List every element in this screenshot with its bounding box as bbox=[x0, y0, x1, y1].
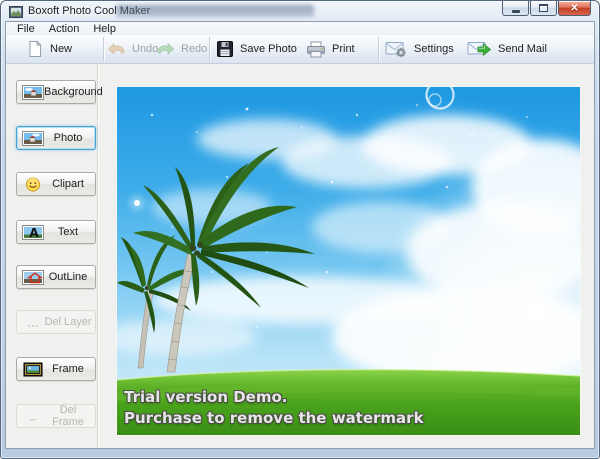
sidebar-button-frame[interactable]: Frame bbox=[16, 357, 96, 381]
text-label: Text bbox=[44, 226, 95, 238]
frame-label: Frame bbox=[44, 363, 95, 375]
sun-dot bbox=[129, 195, 145, 211]
toolbar-separator bbox=[378, 37, 379, 61]
svg-text:A: A bbox=[29, 226, 39, 240]
maximize-button[interactable] bbox=[530, 1, 557, 16]
print-button[interactable]: Print bbox=[306, 35, 355, 63]
watermark-text: Trial version Demo. Purchase to remove t… bbox=[124, 387, 424, 429]
settings-button[interactable]: Settings bbox=[385, 35, 454, 63]
sidebar-button-del-frame[interactable]: Del Frame bbox=[16, 404, 96, 428]
del-frame-icon bbox=[22, 409, 44, 424]
send-mail-label: Send Mail bbox=[498, 43, 547, 55]
watermark-line-1: Trial version Demo. bbox=[124, 387, 424, 408]
toolbar: New Undo Redo bbox=[6, 35, 594, 64]
app-window: Boxoft Photo Cool Maker ✕ File Action He… bbox=[0, 0, 600, 459]
save-photo-label: Save Photo bbox=[240, 43, 297, 55]
sidebar-button-photo[interactable]: Photo bbox=[16, 126, 96, 150]
content-panel: Background Photo bbox=[6, 64, 594, 448]
photo-canvas[interactable]: Trial version Demo. Purchase to remove t… bbox=[117, 87, 580, 435]
del-layer-icon bbox=[22, 315, 44, 330]
gear-icon bbox=[396, 48, 406, 58]
new-button[interactable]: New bbox=[26, 35, 72, 63]
new-page-icon bbox=[26, 40, 44, 58]
menubar: File Action Help bbox=[6, 22, 594, 35]
client-area: File Action Help New Undo bbox=[5, 21, 595, 449]
sidebar-button-text[interactable]: A Text bbox=[16, 220, 96, 244]
redo-button[interactable]: Redo bbox=[156, 35, 207, 63]
new-label: New bbox=[50, 43, 72, 55]
toolbar-separator bbox=[103, 37, 104, 61]
watermark-line-2: Purchase to remove the watermark bbox=[124, 408, 424, 429]
printer-icon bbox=[306, 41, 326, 58]
settings-envelope-gear-icon bbox=[385, 40, 408, 58]
clipart-label: Clipart bbox=[44, 178, 95, 190]
close-icon: ✕ bbox=[570, 1, 578, 16]
text-icon: A bbox=[22, 225, 44, 240]
undo-arrow-icon bbox=[107, 42, 126, 57]
photo-icon bbox=[22, 131, 44, 146]
sidebar: Background Photo bbox=[6, 64, 98, 448]
minimize-icon bbox=[512, 10, 520, 13]
smiley-clipart-icon bbox=[22, 177, 44, 192]
photo-label: Photo bbox=[44, 132, 95, 144]
menu-file[interactable]: File bbox=[10, 23, 42, 35]
app-icon bbox=[9, 6, 23, 18]
floppy-disk-icon bbox=[216, 40, 234, 58]
settings-label: Settings bbox=[414, 43, 454, 55]
save-photo-button[interactable]: Save Photo bbox=[216, 35, 297, 63]
close-button[interactable]: ✕ bbox=[558, 1, 591, 16]
sidebar-button-outline[interactable]: OutLine bbox=[16, 265, 96, 289]
outline-icon bbox=[22, 270, 44, 285]
menu-action[interactable]: Action bbox=[42, 23, 87, 35]
redo-arrow-icon bbox=[156, 42, 175, 57]
send-mail-icon bbox=[467, 40, 492, 58]
titlebar[interactable]: Boxoft Photo Cool Maker ✕ bbox=[1, 1, 599, 21]
minimize-button[interactable] bbox=[502, 1, 529, 16]
background-photo-icon bbox=[22, 85, 44, 100]
background-label: Background bbox=[44, 86, 106, 98]
sidebar-button-background[interactable]: Background bbox=[16, 80, 96, 104]
del-layer-label: Del Layer bbox=[44, 316, 95, 328]
redacted-text-blur bbox=[116, 5, 314, 17]
del-frame-label: Del Frame bbox=[44, 404, 95, 428]
undo-button[interactable]: Undo bbox=[107, 35, 158, 63]
canvas-area: Trial version Demo. Purchase to remove t… bbox=[99, 64, 594, 448]
sidebar-button-del-layer[interactable]: Del Layer bbox=[16, 310, 96, 334]
toolbar-separator bbox=[209, 37, 210, 61]
menu-help[interactable]: Help bbox=[86, 23, 123, 35]
send-mail-button[interactable]: Send Mail bbox=[467, 35, 547, 63]
sidebar-button-clipart[interactable]: Clipart bbox=[16, 172, 96, 196]
redo-label: Redo bbox=[181, 43, 207, 55]
photo-scene bbox=[117, 87, 580, 435]
undo-label: Undo bbox=[132, 43, 158, 55]
print-label: Print bbox=[332, 43, 355, 55]
outline-label: OutLine bbox=[44, 271, 95, 283]
frame-icon bbox=[22, 362, 44, 377]
maximize-icon bbox=[539, 4, 548, 12]
